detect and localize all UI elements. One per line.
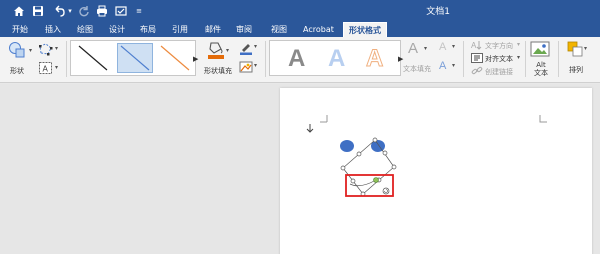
tab-draw[interactable]: 绘图 xyxy=(77,22,93,37)
tab-mailings[interactable]: 邮件 xyxy=(205,22,221,37)
align-text-label[interactable]: 对齐文本 xyxy=(485,54,513,64)
text-direction-dropdown-icon[interactable]: ▾ xyxy=(517,41,520,48)
tab-acrobat[interactable]: Acrobat xyxy=(303,22,334,37)
document-title: 文档1 xyxy=(426,7,450,17)
divider xyxy=(463,41,464,77)
shape-effects-icon[interactable] xyxy=(239,60,253,74)
divider xyxy=(558,41,559,77)
wordart-more-icon[interactable]: ▶ xyxy=(398,55,403,63)
wordart-orange-outline[interactable]: A xyxy=(365,45,383,73)
text-outline-dropdown-icon[interactable]: ▾ xyxy=(452,43,455,50)
tab-view[interactable]: 视图 xyxy=(271,22,287,37)
text-fill-dropdown-icon[interactable]: ▾ xyxy=(424,45,427,52)
create-link-label[interactable]: 创建链接 xyxy=(485,67,513,77)
svg-text:A: A xyxy=(471,41,477,50)
shapes-dropdown-icon[interactable]: ▾ xyxy=(29,47,32,54)
tab-home[interactable]: 开始 xyxy=(12,22,28,37)
title-bar: ▾ ≡ 文档1 xyxy=(0,0,600,22)
alt-text-icon[interactable] xyxy=(530,41,550,58)
gallery-more-icon[interactable]: ▶ xyxy=(193,55,198,63)
edit-shape-icon[interactable] xyxy=(38,42,54,56)
shape-outline-icon[interactable] xyxy=(239,41,253,55)
shape-style-black-line[interactable] xyxy=(75,43,111,73)
ribbon: ▾ 形状 ▾ A ▾ ▶ ▾ 形状填充 ▾ ▾ A A A ▶ A ▾ 文本填充… xyxy=(0,37,600,83)
document-page[interactable] xyxy=(280,88,592,254)
blue-ellipse-shape[interactable] xyxy=(340,140,354,152)
margin-corner-mark xyxy=(320,115,547,123)
divider xyxy=(66,41,67,77)
align-text-icon[interactable] xyxy=(471,53,483,63)
ribbon-tab-bar: 开始 插入 绘图 设计 布局 引用 邮件 审阅 视图 Acrobat 形状格式 xyxy=(0,22,600,37)
shapes-icon[interactable] xyxy=(8,41,28,59)
shape-style-orange-line[interactable] xyxy=(157,43,193,73)
divider xyxy=(525,41,526,77)
align-text-dropdown-icon[interactable]: ▾ xyxy=(517,54,520,61)
tab-layout[interactable]: 布局 xyxy=(140,22,156,37)
shape-style-blue-line[interactable] xyxy=(117,43,153,73)
alt-text-label: Alt 文本 xyxy=(534,61,548,77)
shapes-label: 形状 xyxy=(10,67,24,75)
shape-fill-dropdown-icon[interactable]: ▾ xyxy=(226,47,229,54)
text-direction-label[interactable]: 文字方向 xyxy=(485,41,513,51)
text-fill-label: 文本填充 xyxy=(403,65,431,73)
wordart-styles-gallery: A A A xyxy=(269,40,401,76)
wordart-light-blue[interactable]: A xyxy=(328,45,345,73)
text-box-icon[interactable]: A xyxy=(38,61,54,75)
paragraph-anchor-icon xyxy=(306,124,314,133)
shape-styles-gallery xyxy=(70,40,196,76)
shape-fill-label: 形状填充 xyxy=(204,67,232,75)
text-box-dropdown-icon[interactable]: ▾ xyxy=(55,64,58,71)
tab-review[interactable]: 审阅 xyxy=(236,22,252,37)
text-effects-dropdown-icon[interactable]: ▾ xyxy=(452,62,455,69)
arrange-icon[interactable] xyxy=(567,41,583,57)
text-direction-icon[interactable]: A xyxy=(471,40,483,50)
tab-references[interactable]: 引用 xyxy=(172,22,188,37)
text-effects-icon[interactable]: A xyxy=(439,60,451,72)
svg-text:A: A xyxy=(43,65,49,74)
text-outline-icon[interactable]: A xyxy=(439,41,451,53)
arrange-dropdown-icon[interactable]: ▾ xyxy=(584,45,587,52)
tab-shape-format[interactable]: 形状格式 xyxy=(343,22,387,37)
shape-effects-dropdown-icon[interactable]: ▾ xyxy=(254,62,257,69)
wordart-gray[interactable]: A xyxy=(288,45,305,73)
arrange-label: 排列 xyxy=(569,66,583,74)
edit-shape-dropdown-icon[interactable]: ▾ xyxy=(55,45,58,52)
divider xyxy=(265,41,266,77)
document-canvas[interactable] xyxy=(0,84,600,254)
shape-outline-dropdown-icon[interactable]: ▾ xyxy=(254,43,257,50)
rotate-handle-icon[interactable] xyxy=(382,187,390,195)
tab-insert[interactable]: 插入 xyxy=(45,22,61,37)
text-fill-icon[interactable]: A xyxy=(408,40,424,58)
tab-design[interactable]: 设计 xyxy=(109,22,125,37)
shape-fill-icon[interactable] xyxy=(207,40,225,60)
link-icon[interactable] xyxy=(471,66,483,76)
